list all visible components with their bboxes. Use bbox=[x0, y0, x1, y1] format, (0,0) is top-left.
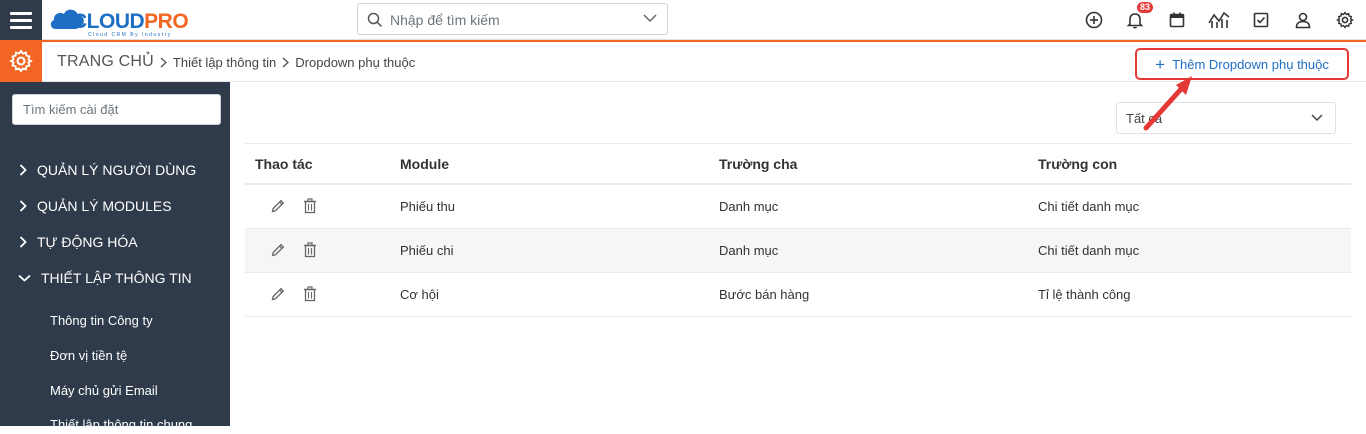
sidebar-section-automation[interactable]: TỰ ĐỘNG HÓA bbox=[18, 230, 138, 254]
sidebar-item-general-settings[interactable]: Thiết lập thông tin chung bbox=[50, 414, 192, 434]
cell-module: Phiếu chi bbox=[400, 243, 454, 258]
chevron-right-icon bbox=[19, 200, 27, 212]
cell-parent-field: Danh mục bbox=[719, 243, 779, 258]
column-header-actions: Thao tác bbox=[255, 156, 313, 172]
sidebar-section-user-management[interactable]: QUẢN LÝ NGƯỜI DÙNG bbox=[18, 158, 196, 182]
report-chart-icon[interactable] bbox=[1208, 9, 1230, 31]
edit-pencil-icon[interactable] bbox=[269, 241, 287, 259]
sidebar-item-company-info[interactable]: Thông tin Công ty bbox=[50, 310, 153, 330]
cell-parent-field: Danh mục bbox=[719, 199, 779, 214]
delete-trash-icon[interactable] bbox=[301, 241, 319, 259]
cell-child-field: Tỉ lệ thành công bbox=[1038, 287, 1131, 302]
cell-child-field: Chi tiết danh mục bbox=[1038, 243, 1140, 258]
column-header-parent-field: Trường cha bbox=[719, 156, 798, 172]
sidebar-item-currency[interactable]: Đơn vị tiền tệ bbox=[50, 345, 127, 365]
dependent-dropdown-table: Thao tác Module Trường cha Trường con Ph… bbox=[245, 143, 1351, 317]
gear-icon bbox=[9, 49, 33, 73]
global-search[interactable] bbox=[357, 3, 668, 35]
menu-toggle-button[interactable] bbox=[0, 0, 42, 40]
calendar-icon[interactable] bbox=[1166, 9, 1188, 31]
logo[interactable]: CLOUDPRO Cloud CRM By Industry bbox=[48, 3, 208, 38]
edit-pencil-icon[interactable] bbox=[269, 285, 287, 303]
edit-pencil-icon[interactable] bbox=[269, 197, 287, 215]
sidebar-section-info-settings[interactable]: THIẾT LẬP THÔNG TIN bbox=[18, 266, 192, 290]
global-search-input[interactable] bbox=[390, 10, 630, 30]
column-header-child-field: Trường con bbox=[1038, 156, 1118, 172]
settings-gear-icon[interactable] bbox=[1334, 9, 1356, 31]
sidebar-item-email-server[interactable]: Máy chủ gửi Email bbox=[50, 380, 158, 400]
column-header-module: Module bbox=[400, 156, 449, 172]
delete-trash-icon[interactable] bbox=[301, 285, 319, 303]
delete-trash-icon[interactable] bbox=[301, 197, 319, 215]
chevron-right-icon bbox=[19, 236, 27, 248]
top-bar: CLOUDPRO Cloud CRM By Industry 83 bbox=[0, 0, 1366, 40]
notification-badge: 83 bbox=[1137, 2, 1154, 13]
user-icon[interactable] bbox=[1292, 9, 1314, 31]
breadcrumb: TRANG CHỦ Thiết lập thông tin Dropdown p… bbox=[57, 42, 415, 82]
table-row: Phiếu thu Danh mục Chi tiết danh mục bbox=[245, 185, 1351, 229]
settings-search[interactable] bbox=[12, 94, 221, 125]
annotation-arrow-icon bbox=[1143, 76, 1192, 131]
chevron-right-icon bbox=[160, 56, 167, 68]
chevron-down-icon bbox=[18, 274, 31, 282]
table-header: Thao tác Module Trường cha Trường con bbox=[245, 143, 1351, 185]
table-row: Cơ hội Bước bán hàng Tỉ lệ thành công bbox=[245, 273, 1351, 317]
breadcrumb-home[interactable]: TRANG CHỦ bbox=[57, 53, 154, 71]
sidebar-section-modules[interactable]: QUẢN LÝ MODULES bbox=[18, 194, 172, 218]
cell-module: Phiếu thu bbox=[400, 199, 455, 214]
chevron-right-icon bbox=[19, 164, 27, 176]
cell-parent-field: Bước bán hàng bbox=[719, 287, 810, 302]
cell-module: Cơ hội bbox=[400, 287, 439, 302]
chevron-right-icon bbox=[282, 56, 290, 68]
chevron-down-icon bbox=[1311, 114, 1323, 122]
breadcrumb-item-current: Dropdown phụ thuộc bbox=[295, 54, 416, 70]
breadcrumb-item-settings[interactable]: Thiết lập thông tin bbox=[173, 55, 276, 70]
task-check-icon[interactable] bbox=[1250, 9, 1272, 31]
add-circle-icon[interactable] bbox=[1083, 9, 1105, 31]
settings-sidebar: QUẢN LÝ NGƯỜI DÙNG QUẢN LÝ MODULES TỰ ĐỘ… bbox=[0, 82, 230, 432]
chevron-down-icon[interactable] bbox=[643, 14, 657, 23]
table-row: Phiếu chi Danh mục Chi tiết danh mục bbox=[245, 229, 1351, 273]
settings-section-icon[interactable] bbox=[0, 40, 42, 82]
search-icon bbox=[367, 12, 383, 28]
cell-child-field: Chi tiết danh mục bbox=[1038, 199, 1140, 214]
settings-search-input[interactable] bbox=[13, 95, 220, 124]
